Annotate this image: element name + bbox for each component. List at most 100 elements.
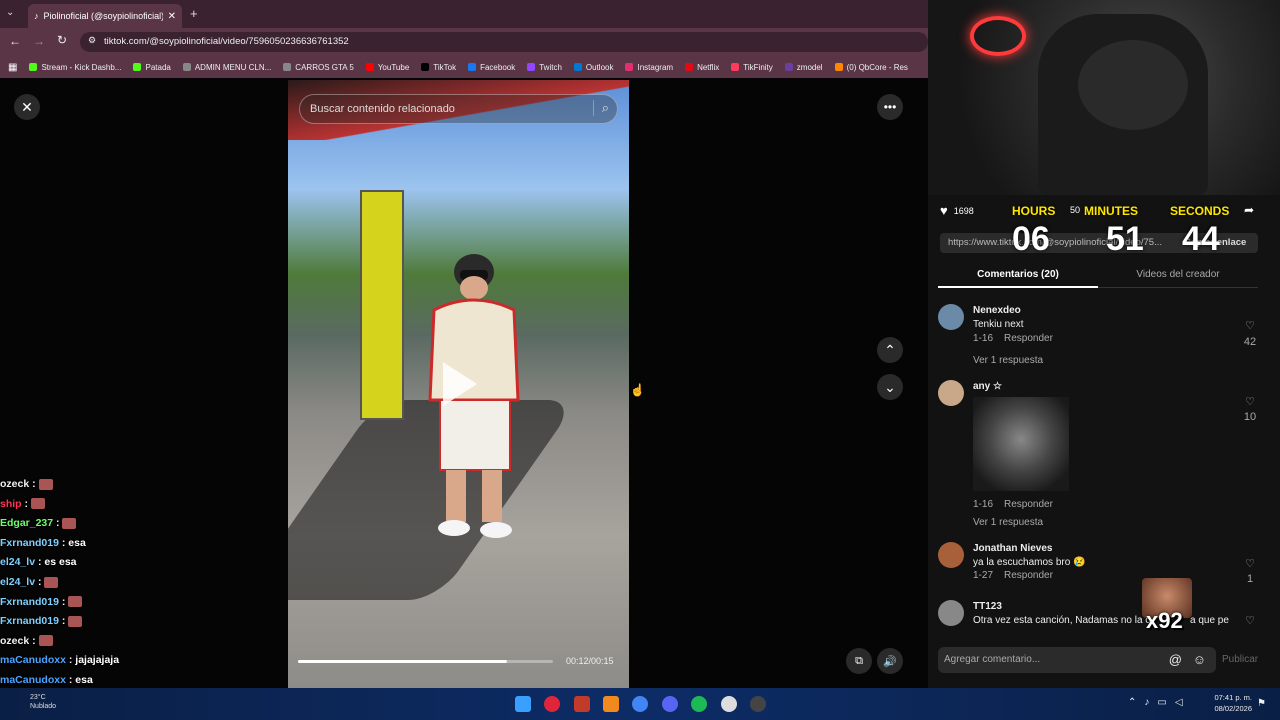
comment-user[interactable]: Jonathan Nieves (973, 543, 1052, 554)
video-player[interactable] (288, 80, 629, 688)
comment-user[interactable]: Nenexdeo (973, 305, 1021, 316)
bookmark-item[interactable]: Netflix (685, 63, 719, 72)
comment-user[interactable]: TT123 (973, 601, 1002, 612)
likes-stat[interactable]: ♥ 1698 (940, 203, 974, 218)
play-icon[interactable] (443, 362, 477, 406)
chat-username[interactable]: maCanudoxx (0, 654, 66, 666)
mention-icon[interactable]: @ (1169, 652, 1182, 667)
bookmark-item[interactable]: TikTok (421, 63, 456, 72)
comment-image[interactable] (973, 397, 1069, 491)
tab-creator-videos[interactable]: Videos del creador (1098, 266, 1258, 288)
related-search-input[interactable]: Buscar contenido relacionado ⌕ (299, 94, 618, 124)
comment-date: 1-16 (973, 333, 994, 344)
mouse-cursor-icon: ☝ (630, 383, 645, 397)
app-icon[interactable] (574, 696, 590, 712)
windows-start-icon[interactable] (515, 696, 531, 712)
bookmark-item[interactable]: CARROS GTA 5 (283, 63, 354, 72)
chat-username[interactable]: Edgar_237 (0, 517, 53, 529)
view-replies-button[interactable]: Ver 1 respuesta (973, 355, 1043, 366)
chat-username[interactable]: el24_lv (0, 556, 35, 568)
more-options-button[interactable]: ••• (877, 94, 903, 120)
tab-search-icon[interactable]: ⌄ (6, 7, 14, 18)
bookmark-item[interactable]: Instagram (625, 63, 673, 72)
bookmark-item[interactable]: ADMIN MENU CLN... (182, 62, 272, 72)
bookmark-favicon-icon (365, 63, 374, 71)
new-tab-button[interactable]: + (190, 6, 198, 21)
tab-comments[interactable]: Comentarios (20) (938, 266, 1098, 288)
avatar[interactable] (938, 600, 964, 626)
forward-icon[interactable]: → (33, 34, 45, 48)
chat-username[interactable]: Fxrnand019 (0, 596, 59, 608)
publish-button[interactable]: Publicar (1222, 654, 1258, 665)
search-icon[interactable]: ⌕ (592, 100, 609, 116)
bookmark-label: CARROS GTA 5 (295, 62, 354, 72)
close-video-button[interactable]: ✕ (14, 94, 40, 120)
notification-icon[interactable]: ⚑ (1257, 698, 1266, 709)
bookmark-item[interactable]: Twitch (527, 63, 562, 72)
video-progress-fill (298, 660, 508, 663)
close-tab-icon[interactable]: ✕ (168, 11, 176, 22)
url-field[interactable]: ⚙ tiktok.com/@soypiolinoficial/video/759… (80, 32, 928, 52)
weather-widget[interactable]: 23°C Nublado (30, 693, 56, 711)
like-icon[interactable]: ♡ (1240, 395, 1260, 408)
steam-icon[interactable] (721, 696, 737, 712)
chat-separator: : (29, 634, 39, 647)
emoji-icon[interactable]: ☺ (1193, 652, 1206, 667)
chrome-icon[interactable] (632, 696, 648, 712)
reload-icon[interactable]: ↻ (57, 33, 67, 47)
comment-user[interactable]: any ☆ (973, 381, 1002, 392)
previous-video-button[interactable]: ⌃ (877, 337, 903, 363)
chat-username[interactable]: Fxrnand019 (0, 615, 59, 627)
chat-username[interactable]: ozeck (0, 635, 29, 647)
app-icon[interactable] (603, 696, 619, 712)
next-video-button[interactable]: ⌄ (877, 374, 903, 400)
bookmark-label: zmodel (796, 62, 823, 72)
bookmark-item[interactable]: Stream - Kick Dashb... (29, 63, 121, 72)
share-icon[interactable]: ➦ (1244, 203, 1254, 217)
apps-grid-icon[interactable]: ▦ (8, 62, 17, 73)
comments-stat[interactable]: 50 (1070, 205, 1080, 215)
like-icon[interactable]: ♡ (1240, 319, 1260, 332)
spotify-icon[interactable] (691, 696, 707, 712)
opera-icon[interactable] (544, 696, 560, 712)
clock[interactable]: 07:41 p. m. 08/02/2026 (1206, 692, 1252, 714)
bookmark-item[interactable]: zmodel (784, 62, 823, 72)
chat-username[interactable]: ozeck (0, 478, 29, 490)
avatar[interactable] (938, 380, 964, 406)
bookmark-item[interactable]: Patada (133, 63, 171, 72)
like-icon[interactable]: ♡ (1240, 614, 1260, 627)
obs-icon[interactable] (750, 696, 766, 712)
chat-username[interactable]: Fxrnand019 (0, 537, 59, 549)
bookmark-item[interactable]: Facebook (468, 63, 515, 72)
timer-seconds-label: SECONDS (1170, 204, 1230, 218)
back-icon[interactable]: ← (9, 34, 21, 48)
chat-username[interactable]: maCanudoxx (0, 674, 66, 686)
like-icon[interactable]: ♡ (1240, 557, 1260, 570)
bookmark-favicon-icon (133, 63, 142, 71)
comment-likes: 42 (1243, 336, 1257, 348)
bookmark-item[interactable]: TikFinity (731, 63, 773, 72)
chat-username[interactable]: ship (0, 498, 22, 510)
discord-icon[interactable] (662, 696, 678, 712)
bookmark-item[interactable]: (0) QbCore - Res (834, 63, 908, 72)
view-replies-button[interactable]: Ver 1 respuesta (973, 517, 1043, 528)
chat-username[interactable]: el24_lv (0, 576, 35, 588)
chat-separator: : (21, 497, 31, 510)
reply-button[interactable]: Responder (1004, 499, 1053, 510)
video-progress-bar[interactable] (298, 660, 553, 663)
bookmark-label: ADMIN MENU CLN... (194, 62, 272, 72)
bookmarks-bar: ▦ Stream - Kick Dashb... Patada ADMIN MENU… (0, 56, 928, 78)
picture-in-picture-button[interactable]: ⧉ (846, 648, 872, 674)
browser-tab[interactable]: ♪ Piolinoficial (@soypiolinoficial) ✕ (28, 4, 182, 28)
bookmark-item[interactable]: Outlook (573, 63, 613, 72)
avatar[interactable] (938, 542, 964, 568)
reply-button[interactable]: Responder (1004, 570, 1053, 581)
site-info-icon[interactable]: ⚙ (88, 35, 96, 46)
chat-message: el24_lv : es esa (0, 556, 200, 576)
reply-button[interactable]: Responder (1004, 333, 1053, 344)
add-comment-field[interactable]: Agregar comentario... @ ☺ (938, 647, 1216, 673)
volume-button[interactable]: 🔊 (877, 648, 903, 674)
bookmark-item[interactable]: YouTube (365, 63, 409, 72)
avatar[interactable] (938, 304, 964, 330)
system-tray-icons[interactable]: ⌃♪▭◁ (1128, 697, 1191, 708)
